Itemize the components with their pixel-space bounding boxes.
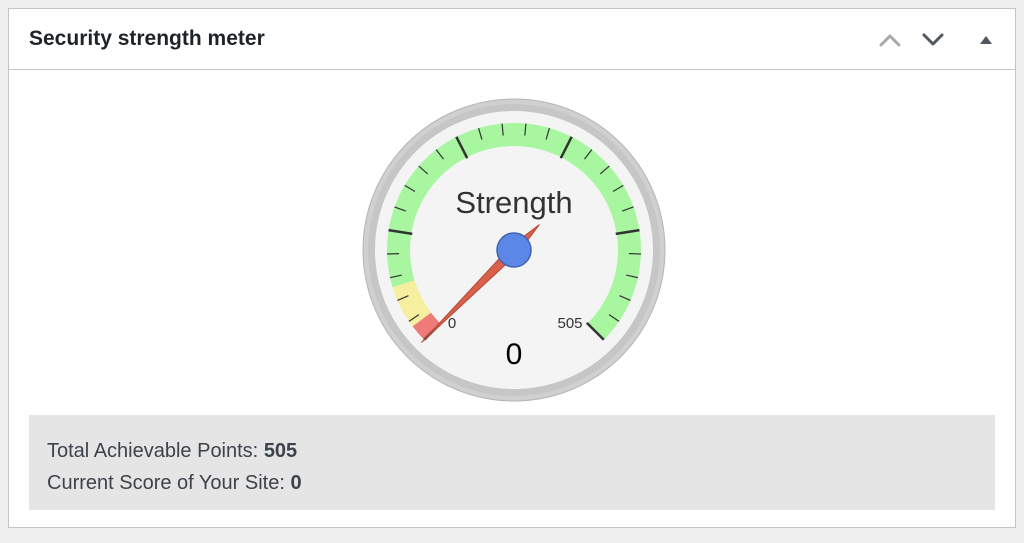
gauge-max-label: 505 xyxy=(557,315,582,332)
widget-title: Security strength meter xyxy=(29,27,265,50)
gauge-title: Strength xyxy=(455,185,572,220)
current-score-label: Current Score of Your Site: xyxy=(47,472,285,494)
strength-gauge-svg: Strength 0 505 0 xyxy=(362,98,666,402)
toggle-panel-button[interactable] xyxy=(971,25,1001,55)
gauge-value-label: 0 xyxy=(506,338,523,371)
gauge-needle-hub xyxy=(496,232,532,268)
total-points-line: Total Achievable Points: 505 xyxy=(47,435,977,467)
widget-header: Security strength meter xyxy=(9,9,1015,70)
chevron-up-icon xyxy=(879,34,901,47)
current-score-value: 0 xyxy=(290,472,302,494)
caret-up-icon xyxy=(980,36,992,44)
current-score-line: Current Score of Your Site: 0 xyxy=(47,467,977,499)
security-meter-widget: Security strength meter Strength 0 505 0… xyxy=(8,8,1016,528)
move-up-button[interactable] xyxy=(875,25,905,55)
chevron-down-icon xyxy=(922,33,944,46)
strength-gauge: Strength 0 505 0 xyxy=(359,95,669,405)
total-points-value: 505 xyxy=(263,440,298,462)
total-points-label: Total Achievable Points: xyxy=(47,440,259,462)
move-down-button[interactable] xyxy=(918,25,948,55)
score-summary: Total Achievable Points: 505 Current Sco… xyxy=(29,415,995,510)
